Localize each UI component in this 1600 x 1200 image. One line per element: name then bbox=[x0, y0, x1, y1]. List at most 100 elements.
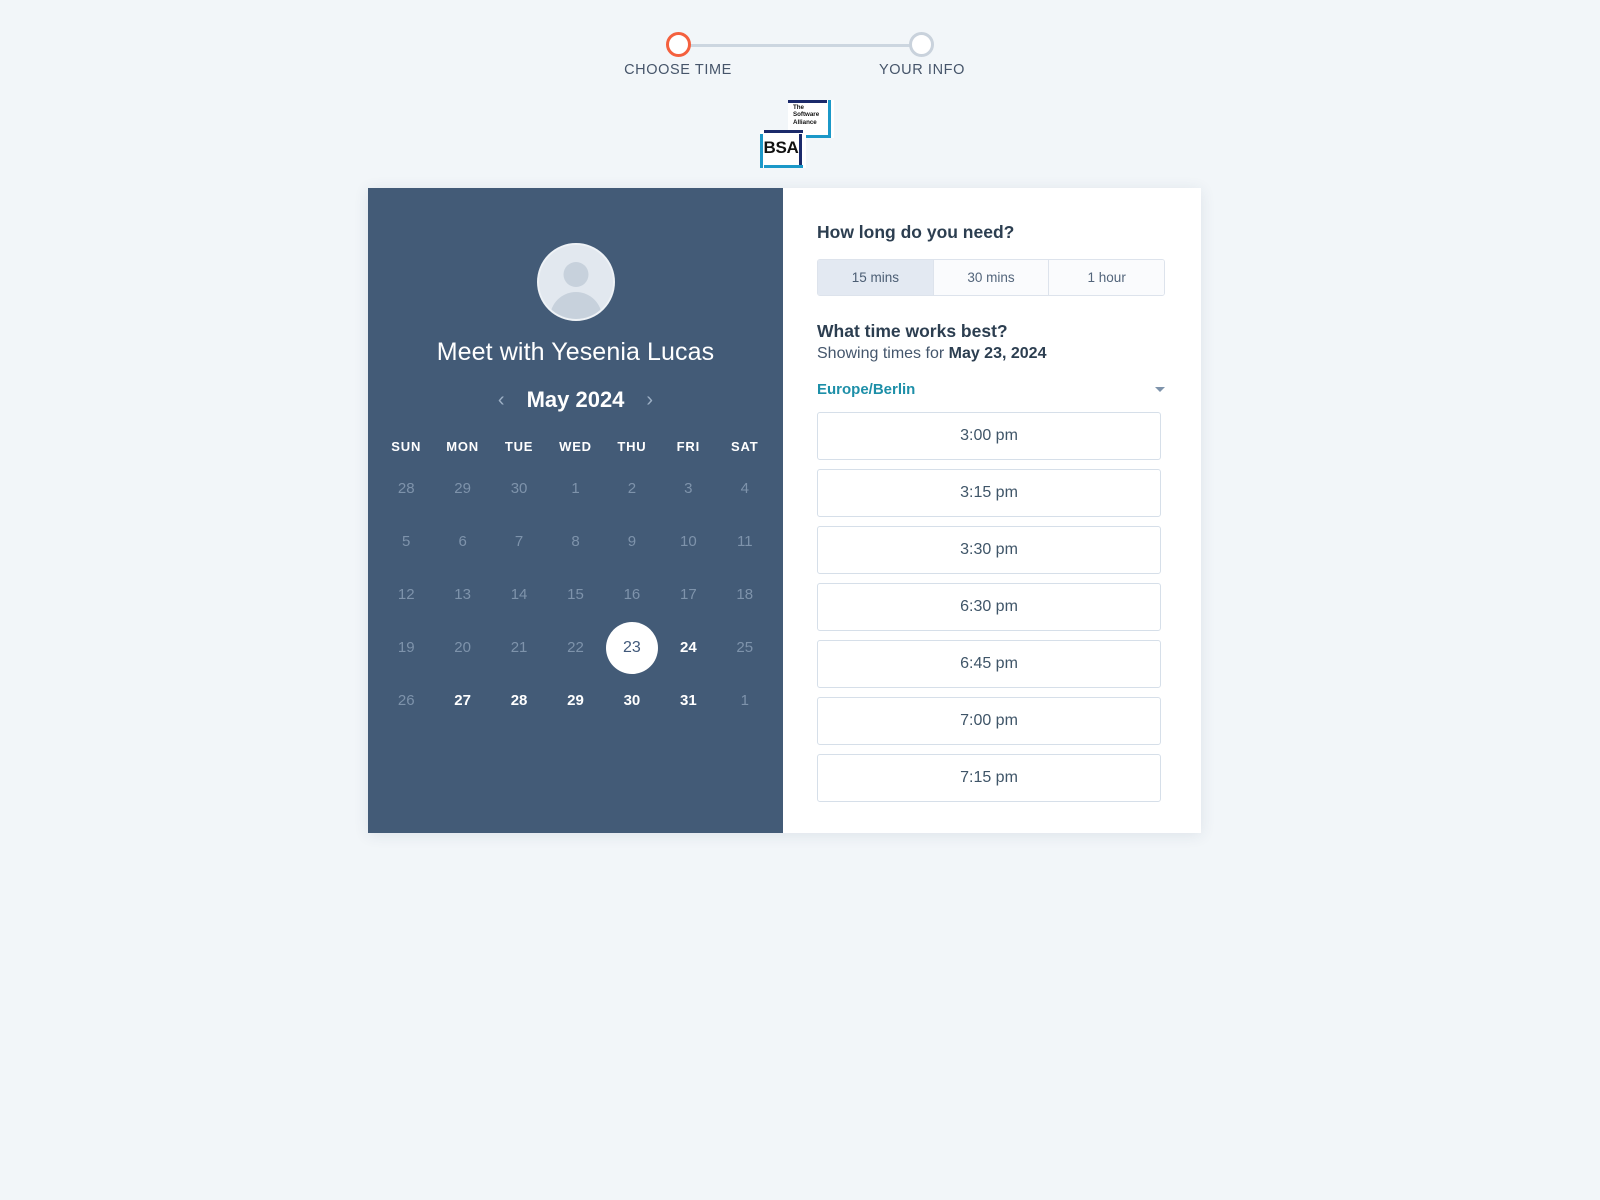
calendar-day-number: 7 bbox=[514, 533, 524, 550]
calendar-day-number: 4 bbox=[740, 480, 749, 497]
time-slot-button[interactable]: 7:15 pm bbox=[817, 754, 1161, 802]
scheduling-card: Meet with Yesenia Lucas ‹ May 2024 › SUN… bbox=[368, 188, 1201, 833]
avatar bbox=[536, 243, 615, 321]
calendar-day: 22 bbox=[547, 621, 603, 674]
duration-option-1-hour[interactable]: 1 hour bbox=[1049, 260, 1164, 295]
timezone-selector[interactable]: Europe/Berlin bbox=[817, 381, 1165, 398]
calendar-day: 18 bbox=[717, 568, 773, 621]
calendar-day-number: 18 bbox=[736, 586, 754, 603]
calendar-day-number: 29 bbox=[454, 480, 471, 497]
bsa-logo: The Software Alliance BSA bbox=[755, 96, 845, 178]
calendar-day: 9 bbox=[604, 515, 660, 568]
weekday-header: SAT bbox=[731, 439, 759, 454]
calendar-day[interactable]: 31 bbox=[660, 674, 716, 727]
duration-option-30-mins[interactable]: 30 mins bbox=[933, 260, 1050, 295]
calendar-day-number: 28 bbox=[510, 692, 528, 709]
calendar-day: 25 bbox=[717, 621, 773, 674]
stepper-node-your-info[interactable] bbox=[909, 32, 934, 57]
next-month-icon[interactable]: › bbox=[642, 388, 657, 412]
logo-tagline-text: The Software Alliance bbox=[793, 104, 819, 126]
calendar-day: 8 bbox=[547, 515, 603, 568]
calendar-grid: SUN MON TUE WED THU FRI SAT 28 29 30 1 2 3 4 5 6 7 8 9 10 11… bbox=[378, 439, 773, 727]
calendar-day-number: 31 bbox=[680, 692, 697, 709]
calendar-panel: Meet with Yesenia Lucas ‹ May 2024 › SUN… bbox=[368, 188, 783, 833]
time-heading: What time works best? bbox=[817, 321, 1008, 341]
avatar-head-icon bbox=[563, 262, 588, 287]
time-slot-button[interactable]: 3:30 pm bbox=[817, 526, 1161, 574]
calendar-day-number: 27 bbox=[454, 692, 471, 709]
progress-stepper: CHOOSE TIME YOUR INFO bbox=[0, 28, 1600, 90]
calendar-day-number: 25 bbox=[736, 639, 754, 656]
calendar-day-number: 23 bbox=[605, 621, 658, 674]
calendar-day: 16 bbox=[604, 568, 660, 621]
calendar-day[interactable]: 29 bbox=[547, 674, 603, 727]
calendar-day: 4 bbox=[717, 462, 773, 515]
calendar-day-number: 20 bbox=[454, 639, 471, 656]
time-slot-button[interactable]: 6:45 pm bbox=[817, 640, 1161, 688]
stepper-node-choose-time[interactable] bbox=[666, 32, 691, 57]
showing-times-date: May 23, 2024 bbox=[948, 345, 1047, 362]
calendar-day: 28 bbox=[378, 462, 434, 515]
logo-tagline-line2: Software bbox=[793, 111, 820, 119]
calendar-day: 30 bbox=[491, 462, 547, 515]
calendar-day-number: 10 bbox=[680, 533, 697, 550]
calendar-day: 21 bbox=[491, 621, 547, 674]
calendar-day: 26 bbox=[378, 674, 434, 727]
brand-logo-container: The Software Alliance BSA bbox=[0, 96, 1600, 178]
stepper-connector-line bbox=[682, 44, 918, 47]
calendar-day: 6 bbox=[434, 515, 490, 568]
calendar-day: 14 bbox=[491, 568, 547, 621]
calendar-day-number: 6 bbox=[458, 533, 467, 550]
calendar-day: 12 bbox=[378, 568, 434, 621]
booking-options-panel: How long do you need? 15 mins 30 mins 1 ho… bbox=[783, 188, 1201, 833]
chevron-down-icon bbox=[1155, 387, 1165, 392]
calendar-day-number: 16 bbox=[623, 586, 641, 603]
calendar-day-number: 26 bbox=[397, 692, 415, 709]
calendar-day[interactable]: 24 bbox=[660, 621, 716, 674]
showing-times-line: Showing times for May 23, 2024 bbox=[817, 345, 1165, 363]
meeting-title: Meet with Yesenia Lucas bbox=[436, 338, 715, 366]
calendar-day-number: 22 bbox=[567, 639, 584, 656]
logo-tagline-line1: The bbox=[793, 104, 805, 111]
weekday-header: FRI bbox=[676, 439, 701, 454]
duration-heading: How long do you need? bbox=[817, 222, 1015, 242]
calendar-day-number: 12 bbox=[397, 586, 415, 603]
calendar-day[interactable]: 27 bbox=[434, 674, 490, 727]
time-slot-button[interactable]: 3:00 pm bbox=[817, 412, 1161, 460]
stepper-label-your-info: YOUR INFO bbox=[879, 62, 965, 78]
calendar-day-number: 28 bbox=[397, 480, 415, 497]
duration-option-15-mins[interactable]: 15 mins bbox=[818, 260, 934, 295]
time-slot-button[interactable]: 3:15 pm bbox=[817, 469, 1161, 517]
time-slot-button[interactable]: 7:00 pm bbox=[817, 697, 1161, 745]
logo-tagline-top-rule bbox=[788, 100, 827, 103]
calendar-day-number: 1 bbox=[571, 480, 580, 497]
calendar-day-number: 1 bbox=[740, 692, 749, 709]
calendar-day-number: 21 bbox=[510, 639, 528, 656]
calendar-day: 10 bbox=[660, 515, 716, 568]
calendar-day: 1 bbox=[547, 462, 603, 515]
calendar-day[interactable]: 30 bbox=[604, 674, 660, 727]
calendar-day: 20 bbox=[434, 621, 490, 674]
duration-segmented-control: 15 mins 30 mins 1 hour bbox=[817, 259, 1165, 296]
calendar-day-number: 11 bbox=[736, 533, 753, 550]
calendar-day-number: 5 bbox=[402, 533, 411, 550]
calendar-day: 11 bbox=[717, 515, 773, 568]
calendar-day-number: 30 bbox=[623, 692, 641, 709]
time-slot-list: 3:00 pm 3:15 pm 3:30 pm 6:30 pm 6:45 pm 7:00 … bbox=[817, 412, 1161, 802]
calendar-day-number: 19 bbox=[397, 639, 415, 656]
time-slot-button[interactable]: 6:30 pm bbox=[817, 583, 1161, 631]
weekday-header: MON bbox=[446, 439, 479, 454]
calendar-day-number: 8 bbox=[571, 533, 580, 550]
calendar-day: 5 bbox=[378, 515, 434, 568]
calendar-day[interactable]: 28 bbox=[491, 674, 547, 727]
prev-month-icon[interactable]: ‹ bbox=[494, 388, 509, 412]
showing-times-prefix: Showing times for bbox=[817, 345, 949, 362]
calendar-day-number: 2 bbox=[627, 480, 637, 497]
calendar-day-selected[interactable]: 23 bbox=[604, 621, 660, 674]
calendar-day: 3 bbox=[660, 462, 716, 515]
timezone-label: Europe/Berlin bbox=[817, 381, 916, 398]
calendar-day: 17 bbox=[660, 568, 716, 621]
logo-mark-top-rule bbox=[764, 130, 803, 133]
calendar-day: 19 bbox=[378, 621, 434, 674]
logo-mark-text: BSA bbox=[763, 138, 799, 157]
